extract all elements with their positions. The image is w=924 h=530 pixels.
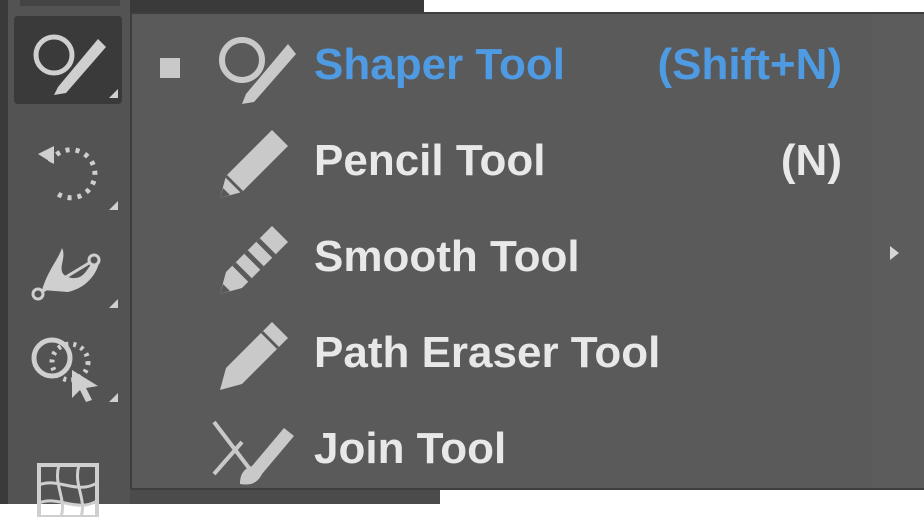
shape-builder-icon [31,337,98,402]
smooth-icon [220,226,288,294]
flyout-indicator-icon [109,201,118,210]
toolbar-rotate-tool[interactable] [14,128,122,216]
menu-item-join-tool[interactable]: Join Tool [132,402,852,498]
flyout-indicator-icon [109,393,118,402]
tools-panel [0,0,135,517]
toolbar-shape-builder-tool[interactable] [14,320,122,408]
flyout-indicator-icon [109,299,118,308]
rotate-icon [38,146,98,201]
menu-item-shortcut: (Shift+N) [657,40,842,89]
menu-item-smooth-tool[interactable]: Smooth Tool [132,210,852,306]
puppet-warp-icon [31,248,101,301]
toolbar-top-strip [20,0,120,6]
tearoff-bar[interactable] [872,14,924,488]
current-tool-bullet-icon [160,58,180,78]
menu-item-label: Smooth Tool [314,232,580,281]
flyout-indicator-icon [109,89,118,98]
toolbar-shaper-tool[interactable] [14,16,122,104]
shaper-tool-flyout-menu: Shaper Tool (Shift+N) Pencil Tool (N) Sm… [130,12,924,490]
menu-item-label: Path Eraser Tool [314,328,661,377]
toolbar-puppet-warp-tool[interactable] [14,226,122,314]
toolbar-mesh-tool[interactable] [14,442,122,530]
panel-edge [0,0,8,504]
flyout-shadow-bottom [130,490,440,504]
shaper-icon [33,34,106,95]
menu-item-label: Shaper Tool [314,40,565,89]
path-eraser-icon [220,322,288,390]
shaper-icon [219,37,296,104]
pencil-icon [220,130,288,198]
menu-item-label: Pencil Tool [314,136,546,185]
tearoff-arrow-icon [890,246,899,260]
menu-item-shortcut: (N) [780,136,842,185]
flyout-shadow-top [130,0,424,12]
menu-item-shaper-tool[interactable]: Shaper Tool (Shift+N) [132,18,852,114]
menu-item-path-eraser-tool[interactable]: Path Eraser Tool [132,306,852,402]
menu-item-label: Join Tool [314,424,507,473]
mesh-icon [37,463,99,517]
menu-item-pencil-tool[interactable]: Pencil Tool (N) [132,114,852,210]
join-icon [212,420,294,485]
